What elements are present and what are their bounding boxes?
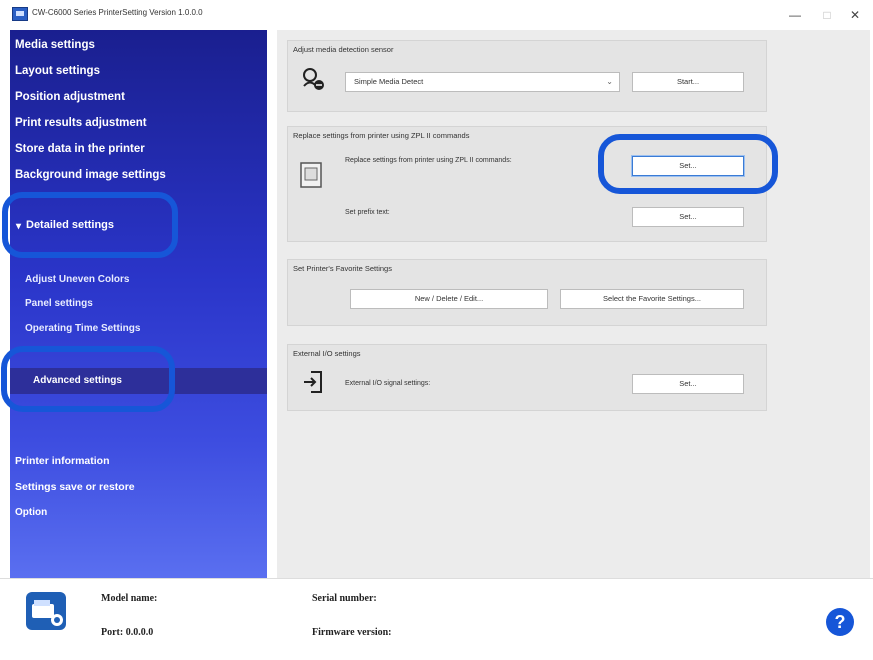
- window-title: CW-C6000 Series PrinterSetting Version 1…: [32, 8, 203, 17]
- close-button[interactable]: ✕: [840, 5, 870, 25]
- media-sensor-icon: [300, 66, 328, 92]
- new-delete-edit-button[interactable]: New / Delete / Edit...: [350, 289, 548, 309]
- sidebar-subitem-panel-settings[interactable]: Panel settings: [25, 298, 93, 309]
- sidebar-item-layout-settings[interactable]: Layout settings: [15, 65, 100, 77]
- printer-icon: [24, 590, 68, 632]
- model-name-label: Model name:: [101, 593, 158, 604]
- section-title-zpl: Replace settings from printer using ZPL …: [293, 131, 470, 140]
- sidebar-subitem-operating-time[interactable]: Operating Time Settings: [25, 323, 140, 334]
- port-label: Port: 0.0.0.0: [101, 627, 154, 638]
- sidebar-item-position-adjustment[interactable]: Position adjustment: [15, 91, 125, 103]
- prefix-text-set-button[interactable]: Set...: [632, 207, 744, 227]
- help-icon[interactable]: ?: [826, 608, 854, 636]
- serial-number-label: Serial number:: [312, 593, 377, 604]
- highlight-ring-zpl-set: [598, 134, 778, 194]
- zpl-replace-label: Replace settings from printer using ZPL …: [345, 157, 512, 164]
- title-bar: CW-C6000 Series PrinterSetting Version 1…: [0, 0, 873, 30]
- section-title-media-detection: Adjust media detection sensor: [293, 45, 394, 54]
- sidebar-item-background-image[interactable]: Background image settings: [15, 169, 166, 181]
- highlight-ring-advanced-settings: [1, 346, 175, 412]
- status-footer: [0, 578, 873, 660]
- start-button[interactable]: Start...: [632, 72, 744, 92]
- external-io-set-button[interactable]: Set...: [632, 374, 744, 394]
- app-icon: [12, 7, 28, 21]
- sidebar-item-printer-information[interactable]: Printer information: [15, 455, 110, 467]
- highlight-ring-detailed-settings: [2, 192, 178, 258]
- section-title-favorite: Set Printer's Favorite Settings: [293, 264, 392, 273]
- sidebar-item-settings-save-restore[interactable]: Settings save or restore: [15, 481, 135, 493]
- sidebar-item-option[interactable]: Option: [15, 507, 47, 518]
- external-io-icon: [302, 370, 324, 394]
- media-detect-select[interactable]: Simple Media Detect ⌄: [345, 72, 620, 92]
- media-detect-select-value: Simple Media Detect: [354, 77, 424, 86]
- firmware-version-label: Firmware version:: [312, 627, 392, 638]
- sidebar-subitem-adjust-uneven-colors[interactable]: Adjust Uneven Colors: [25, 274, 129, 285]
- chevron-down-icon: ⌄: [606, 77, 613, 86]
- sidebar-item-media-settings[interactable]: Media settings: [15, 39, 95, 51]
- select-favorite-button[interactable]: Select the Favorite Settings...: [560, 289, 744, 309]
- document-icon: [300, 162, 322, 188]
- minimize-button[interactable]: —: [780, 5, 810, 25]
- prefix-text-label: Set prefix text:: [345, 209, 390, 216]
- section-title-external-io: External I/O settings: [293, 349, 361, 358]
- sidebar-item-store-data[interactable]: Store data in the printer: [15, 143, 145, 155]
- maximize-button[interactable]: □: [812, 5, 842, 25]
- external-io-label: External I/O signal settings:: [345, 380, 431, 387]
- sidebar-item-print-results-adjustment[interactable]: Print results adjustment: [15, 117, 147, 129]
